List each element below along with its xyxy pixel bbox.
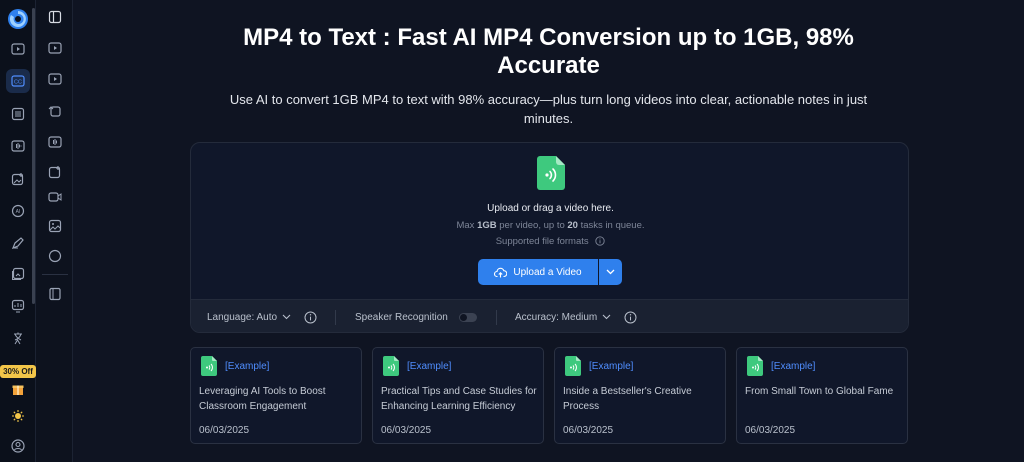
upload-options-dropdown[interactable] — [599, 259, 622, 285]
example-tag: [Example] — [225, 361, 270, 372]
options-divider — [496, 310, 497, 325]
cloud-upload-icon — [494, 267, 508, 277]
chevron-down-icon — [602, 314, 611, 320]
example-card[interactable]: [Example] Inside a Bestseller's Creative… — [554, 347, 726, 444]
play-icon[interactable] — [6, 37, 30, 61]
example-date: 06/03/2025 — [381, 425, 432, 436]
circle-icon[interactable] — [44, 245, 66, 267]
book-icon[interactable] — [44, 283, 66, 305]
limit-mid: per video, up to — [496, 220, 568, 231]
upload-dropzone[interactable]: Upload or drag a video here. Max 1GB per… — [190, 142, 909, 333]
gift-icon[interactable] — [6, 377, 30, 401]
chevron-down-icon — [606, 269, 615, 275]
limit-prefix: Max — [456, 220, 478, 231]
waveform-icon[interactable] — [44, 131, 66, 153]
example-date: 06/03/2025 — [745, 425, 796, 436]
ai-icon[interactable]: AI — [6, 199, 30, 223]
pen-icon[interactable] — [6, 231, 30, 255]
example-title: Leveraging AI Tools to Boost Classroom E… — [199, 386, 326, 412]
upload-video-button[interactable]: Upload a Video — [478, 259, 598, 285]
video-icon[interactable] — [44, 186, 66, 208]
example-title: Practical Tips and Case Studies for Enha… — [381, 386, 537, 412]
supported-formats[interactable]: Supported file formats — [191, 236, 908, 247]
page-title: MP4 to Text : Fast AI MP4 Conversion up … — [243, 24, 854, 79]
accuracy-select[interactable]: Accuracy: Medium — [515, 312, 611, 323]
logo-icon[interactable] — [5, 6, 31, 32]
options-divider — [335, 310, 336, 325]
example-card[interactable]: [Example] Practical Tips and Case Studie… — [372, 347, 544, 444]
play-icon[interactable] — [44, 37, 66, 59]
example-date: 06/03/2025 — [199, 425, 250, 436]
example-date: 06/03/2025 — [563, 425, 614, 436]
audio-file-icon — [565, 356, 581, 376]
toggle-switch[interactable] — [458, 312, 477, 322]
language-label: Language: Auto — [207, 311, 278, 323]
transcription-options: Language: Auto Speaker Recognition Accur… — [191, 299, 908, 332]
svg-text:AI: AI — [16, 209, 21, 215]
image-swap-icon[interactable] — [44, 100, 66, 122]
chevron-down-icon — [282, 314, 291, 320]
example-card[interactable]: [Example] Leveraging AI Tools to Boost C… — [190, 347, 362, 444]
upload-button-label: Upload a Video — [513, 266, 582, 278]
example-tag: [Example] — [589, 361, 634, 372]
image-add-icon[interactable] — [44, 161, 66, 183]
sidebar-scrollbar[interactable] — [32, 8, 35, 304]
waveform-icon[interactable] — [6, 134, 30, 158]
translate-icon[interactable] — [6, 326, 30, 350]
chart-icon[interactable] — [6, 294, 30, 318]
sun-icon[interactable] — [6, 404, 30, 428]
list-icon[interactable] — [6, 102, 30, 126]
main-content: MP4 to Text : Fast AI MP4 Conversion up … — [73, 0, 1024, 462]
upload-title: Upload or drag a video here. — [487, 203, 614, 214]
info-icon[interactable] — [595, 236, 605, 246]
language-select[interactable]: Language: Auto — [207, 312, 291, 323]
gallery-icon[interactable] — [6, 262, 30, 286]
primary-sidebar: CC AI 30% Off — [0, 0, 36, 462]
upload-limits: Max 1GB per video, up to 20 tasks in que… — [191, 220, 908, 231]
limit-size: 1GB — [477, 220, 497, 231]
example-title: Inside a Bestseller's Creative Process — [563, 386, 692, 412]
sidebar-divider — [42, 274, 68, 275]
speaker-label: Speaker Recognition — [355, 311, 448, 323]
image-edit-icon[interactable] — [6, 167, 30, 191]
secondary-sidebar — [36, 0, 73, 462]
limit-suffix: tasks in queue. — [577, 220, 645, 231]
info-icon[interactable] — [624, 311, 637, 324]
captions-icon[interactable]: CC — [6, 69, 30, 93]
svg-text:CC: CC — [14, 80, 22, 86]
audio-file-icon — [383, 356, 399, 376]
play-icon[interactable] — [44, 68, 66, 90]
sidebar-toggle-icon[interactable] — [44, 6, 66, 28]
speaker-recognition-toggle[interactable]: Speaker Recognition — [355, 312, 477, 323]
limit-count: 20 — [567, 220, 578, 231]
page-subtitle: Use AI to convert 1GB MP4 to text with 9… — [229, 92, 868, 126]
example-card[interactable]: [Example] From Small Town to Global Fame… — [736, 347, 908, 444]
accuracy-label: Accuracy: Medium — [515, 311, 598, 323]
audio-file-icon — [747, 356, 763, 376]
example-tag: [Example] — [771, 361, 816, 372]
audio-file-icon — [537, 156, 565, 190]
audio-file-icon — [201, 356, 217, 376]
user-icon[interactable] — [6, 434, 30, 458]
example-title: From Small Town to Global Fame — [745, 386, 894, 397]
example-tag: [Example] — [407, 361, 452, 372]
image-icon[interactable] — [44, 215, 66, 237]
formats-label: Supported file formats — [495, 236, 589, 247]
info-icon[interactable] — [304, 311, 317, 324]
